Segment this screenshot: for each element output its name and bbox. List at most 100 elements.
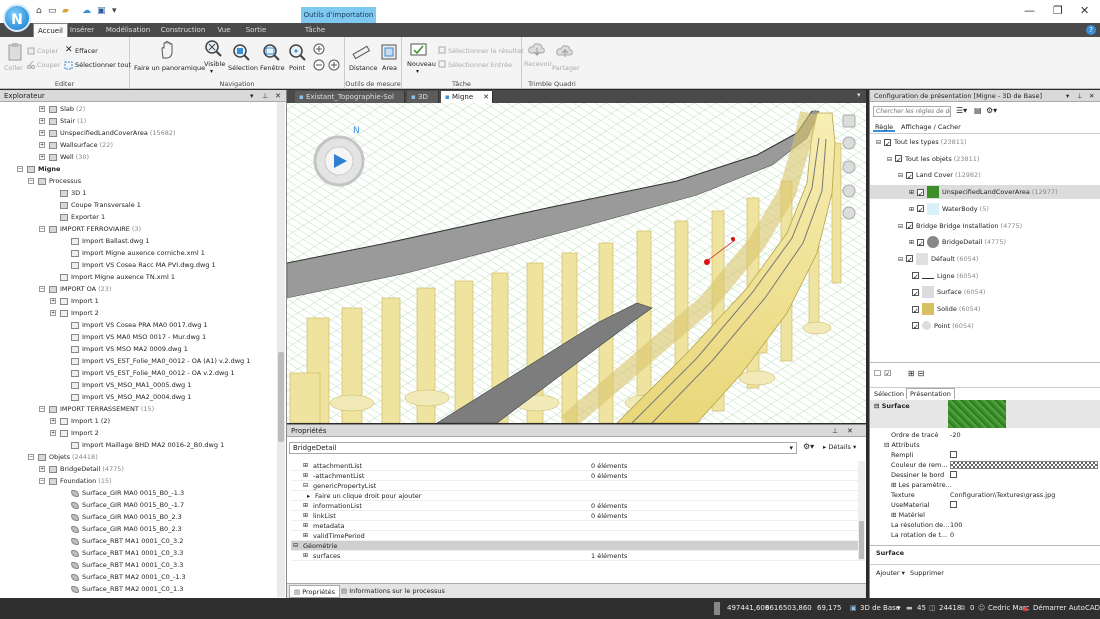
rule-filter-icon[interactable]: ☰▾ bbox=[956, 106, 967, 115]
tab-affichage-cacher[interactable]: Affichage / Cacher bbox=[901, 122, 961, 132]
expand-icon[interactable]: + bbox=[39, 142, 45, 148]
visible-button[interactable]: Visible bbox=[204, 60, 225, 68]
tree-item[interactable]: Import Ballast.dwg 1 bbox=[61, 235, 149, 247]
add-button[interactable]: Ajouter ▾ bbox=[876, 569, 905, 577]
presentation-property-row[interactable]: Rempli bbox=[870, 450, 1100, 460]
checkbox-toggle-icon[interactable]: ☐ bbox=[874, 369, 884, 378]
collapse-icon[interactable]: − bbox=[28, 178, 34, 184]
tree-item[interactable]: + BridgeDetail (4775) bbox=[39, 463, 124, 475]
explorer-scrollbar[interactable] bbox=[277, 102, 285, 597]
tree-item[interactable]: Import VS Cosea Racc MA PVI.dwg.dwg 1 bbox=[61, 259, 216, 271]
rule-item[interactable]: Point(6054) bbox=[909, 319, 974, 334]
copy-button[interactable]: Copier bbox=[37, 47, 58, 55]
rule-checkbox[interactable] bbox=[912, 270, 919, 284]
expand-icon[interactable]: + bbox=[39, 118, 45, 124]
3d-scene[interactable]: N bbox=[287, 103, 866, 423]
select-result-button[interactable]: Sélectionner le résultat bbox=[448, 47, 524, 55]
tree-item[interactable]: Surface_RBT MA2 0001_C0_-1.3 bbox=[61, 571, 186, 583]
zoom-tool-icon[interactable] bbox=[842, 206, 856, 220]
properties-scroll-thumb[interactable] bbox=[859, 521, 864, 559]
tree-item[interactable]: + Stair (1) bbox=[39, 115, 86, 127]
zoom-minus-icon[interactable] bbox=[313, 59, 325, 71]
rule-checkbox[interactable] bbox=[912, 320, 919, 334]
tab-construction[interactable]: Construction bbox=[160, 23, 206, 37]
tree-item[interactable]: + Well (30) bbox=[39, 151, 89, 163]
tree-item[interactable]: + Import 2 bbox=[50, 427, 99, 439]
expand-icon[interactable]: ⊞ bbox=[303, 501, 308, 511]
window-button[interactable]: Fenêtre bbox=[260, 64, 285, 72]
tab-migne[interactable]: ▪ Migne ✕ bbox=[441, 91, 493, 103]
tree-item[interactable]: − IMPORT OA (23) bbox=[39, 283, 111, 295]
tree-item[interactable]: Surface_GIR MA0 0015_B0_2.3 bbox=[61, 511, 182, 523]
rule-checkbox[interactable] bbox=[917, 237, 925, 251]
rule-item[interactable]: ⊞ BridgeDetail(4775) bbox=[909, 235, 1006, 251]
receive-button[interactable]: Recevoir bbox=[524, 60, 552, 68]
rule-checkbox[interactable] bbox=[912, 287, 919, 301]
selected-point-marker-2[interactable] bbox=[731, 237, 735, 241]
expand-icon[interactable]: + bbox=[50, 418, 56, 424]
explorer-close-icon[interactable]: ✕ bbox=[275, 90, 281, 102]
tree-item[interactable]: + Wallsurface (22) bbox=[39, 139, 113, 151]
point-button[interactable]: Point bbox=[289, 64, 305, 72]
presentation-property-row[interactable]: ⊟ Attributs bbox=[870, 440, 1100, 450]
details-button[interactable]: ▸ Détails ▾ bbox=[823, 443, 856, 451]
tree-item[interactable]: Import VS_EST_Folie_MA0_0012 - OA (A1) v… bbox=[61, 355, 250, 367]
tree-item[interactable]: Import VS_MSO_MA1_0005.dwg 1 bbox=[61, 379, 191, 391]
expand-icon[interactable]: ⊟ bbox=[876, 139, 881, 146]
new-task-dropdown-icon[interactable]: ▾ bbox=[416, 68, 419, 75]
cut-button[interactable]: Couper bbox=[37, 61, 60, 69]
start-autocad-button[interactable]: Démarrer AutoCAD bbox=[1033, 602, 1100, 615]
tab-sortie[interactable]: Sortie bbox=[240, 23, 272, 37]
close-icon[interactable]: ✕ bbox=[1080, 4, 1089, 17]
walk-tool-icon[interactable] bbox=[842, 184, 856, 198]
property-row[interactable]: ⊟ genericPropertyList bbox=[291, 481, 861, 491]
rule-item[interactable]: ⊟ Défault(6054) bbox=[898, 252, 978, 267]
expand-icon[interactable]: ⊟ bbox=[898, 223, 903, 230]
tree-item[interactable]: − Objets (24418) bbox=[28, 451, 98, 463]
expand-icon[interactable]: + bbox=[39, 154, 45, 160]
collapse-icon[interactable]: − bbox=[39, 226, 45, 232]
tree-item[interactable]: Surface_RBT MA2 0001_C0_1.3 bbox=[61, 583, 183, 595]
expand-icon[interactable]: ⊟ bbox=[293, 541, 298, 551]
new-task-button[interactable]: Nouveau bbox=[407, 60, 436, 68]
tree-item[interactable]: − Migne bbox=[17, 163, 60, 175]
tree-item[interactable]: + Import 1 bbox=[50, 295, 99, 307]
properties-settings-icon[interactable]: ⚙▾ bbox=[803, 442, 814, 451]
property-row[interactable]: ⊞ metadata bbox=[291, 521, 861, 531]
context-tab-import-tools[interactable]: Outils d'importation bbox=[301, 7, 376, 23]
add-rule-icon[interactable]: ⊞ bbox=[908, 369, 918, 378]
help-icon[interactable]: ? bbox=[1086, 25, 1096, 35]
explorer-pin-icon[interactable]: ⊥ bbox=[262, 90, 268, 102]
tree-item[interactable]: Coupe Transversale 1 bbox=[50, 199, 141, 211]
explorer-scroll-thumb[interactable] bbox=[278, 352, 284, 442]
rule-checkbox[interactable] bbox=[912, 304, 919, 318]
tab-existant-topographie[interactable]: ▪ Existant_Topographie-Sol bbox=[295, 91, 405, 103]
view-cube-icon[interactable] bbox=[842, 114, 856, 128]
orbit-tool-icon[interactable] bbox=[842, 160, 856, 174]
rule-checkbox[interactable] bbox=[884, 137, 892, 151]
expand-icon[interactable]: ⊞ bbox=[909, 189, 914, 196]
checkbox-checked-icon[interactable]: ☑ bbox=[884, 369, 894, 378]
expand-icon[interactable]: ⊞ bbox=[303, 511, 308, 521]
zoom-in-icon[interactable] bbox=[313, 43, 325, 55]
area-button[interactable]: Area bbox=[382, 64, 397, 72]
presentation-property-row[interactable]: UseMaterial bbox=[870, 500, 1100, 510]
rule-item[interactable]: Ligne(6054) bbox=[909, 269, 978, 284]
expand-icon[interactable]: ⊞ bbox=[909, 239, 914, 246]
collapse-icon[interactable]: − bbox=[39, 406, 45, 412]
property-row[interactable]: ⊞ validTimePeriod bbox=[291, 531, 861, 541]
presentation-close-icon[interactable]: ✕ bbox=[1089, 90, 1094, 102]
properties-pin-icon[interactable]: ⊥ bbox=[832, 425, 838, 437]
rule-item[interactable]: ⊟ Bridge Bridge Installation(4775) bbox=[898, 219, 1022, 234]
expand-icon[interactable]: + bbox=[39, 466, 45, 472]
share-button[interactable]: Partager bbox=[552, 64, 580, 72]
pan-tool-icon[interactable] bbox=[842, 136, 856, 150]
property-row[interactable]: ⊞ linkList 0 éléments bbox=[291, 511, 861, 521]
rule-checkbox[interactable] bbox=[895, 153, 903, 167]
properties-close-icon[interactable]: ✕ bbox=[847, 425, 853, 437]
remove-rule-icon[interactable]: ⊟ bbox=[918, 369, 928, 378]
expand-icon[interactable]: + bbox=[39, 106, 45, 112]
object-selector[interactable]: BridgeDetail ▾ bbox=[289, 442, 797, 454]
tab-process-info[interactable]: ▤ Informations sur le processus bbox=[337, 585, 449, 598]
rule-item[interactable]: ⊞ WaterBody(5) bbox=[909, 202, 989, 217]
